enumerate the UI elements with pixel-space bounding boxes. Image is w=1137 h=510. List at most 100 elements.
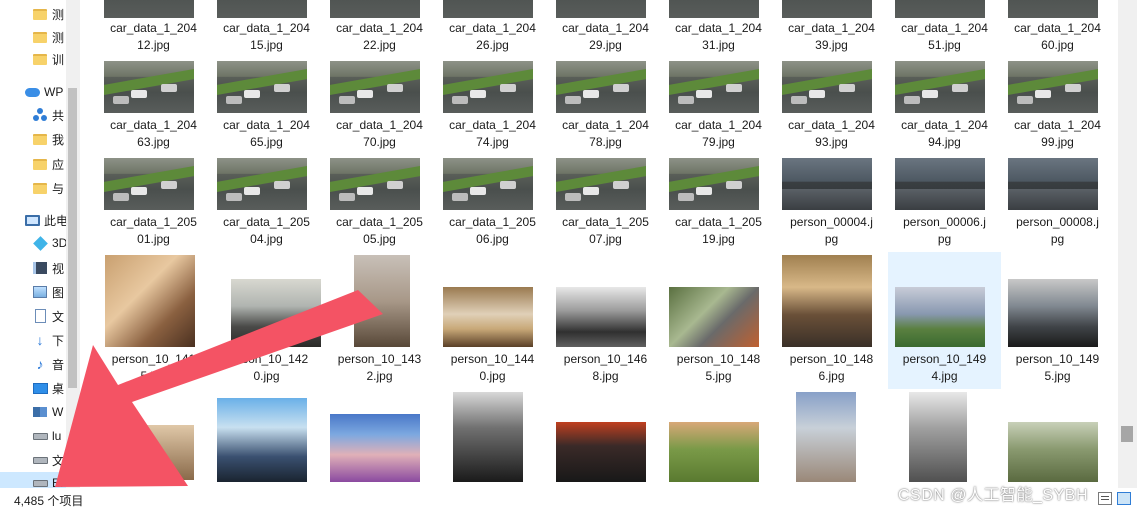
file-thumbnail[interactable] bbox=[669, 287, 759, 347]
cloud-icon bbox=[24, 84, 40, 100]
file-thumbnail[interactable] bbox=[556, 158, 646, 210]
file-thumbnail[interactable] bbox=[556, 287, 646, 347]
file-thumbnail[interactable] bbox=[443, 158, 533, 210]
file-thumbnail[interactable] bbox=[782, 255, 872, 347]
file-thumbnail[interactable] bbox=[782, 0, 872, 18]
file-thumbnail[interactable] bbox=[1008, 0, 1098, 18]
file-name[interactable]: person_10_149 4.jpg bbox=[888, 351, 1001, 385]
nav-item-label: 共 bbox=[52, 108, 65, 123]
content-scrollbar[interactable] bbox=[1118, 0, 1137, 488]
file-name[interactable]: person_00004.j pg bbox=[775, 214, 888, 248]
file-thumbnail[interactable] bbox=[231, 279, 321, 347]
nav-item-label: 测 bbox=[52, 7, 65, 22]
folder-icon bbox=[32, 6, 48, 22]
file-thumbnail[interactable] bbox=[217, 398, 307, 482]
video-icon bbox=[32, 260, 48, 276]
details-view-button[interactable] bbox=[1098, 492, 1112, 505]
file-name[interactable]: car_data_1_205 06.jpg bbox=[436, 214, 549, 248]
file-name[interactable]: person_10_144 0.jpg bbox=[436, 351, 549, 385]
nav-item-label: 测 bbox=[52, 30, 65, 45]
file-name[interactable]: car_data_1_205 19.jpg bbox=[662, 214, 775, 248]
downloads-icon: ↓ bbox=[36, 332, 44, 348]
file-thumbnail[interactable] bbox=[217, 158, 307, 210]
file-thumbnail[interactable] bbox=[669, 158, 759, 210]
file-name[interactable]: person_10_141 5.jpg bbox=[97, 351, 210, 385]
file-thumbnail[interactable] bbox=[909, 392, 967, 482]
file-thumbnail[interactable] bbox=[104, 61, 194, 113]
large-icons-view-button[interactable] bbox=[1117, 492, 1131, 505]
file-thumbnail[interactable] bbox=[782, 158, 872, 210]
file-name[interactable]: person_00008.j pg bbox=[1001, 214, 1114, 248]
content-scrollbar-thumb[interactable] bbox=[1121, 426, 1133, 442]
file-thumbnail[interactable] bbox=[443, 61, 533, 113]
file-thumbnail[interactable] bbox=[895, 61, 985, 113]
nav-item-label: 图 bbox=[52, 285, 65, 300]
file-thumbnail[interactable] bbox=[104, 158, 194, 210]
file-thumbnail[interactable] bbox=[1008, 422, 1098, 482]
pictures-icon bbox=[32, 284, 48, 300]
file-thumbnail[interactable] bbox=[453, 392, 523, 482]
file-thumbnail[interactable] bbox=[443, 287, 533, 347]
nav-item-label: EI bbox=[52, 476, 64, 488]
item-count: 4,485 个项目 bbox=[14, 494, 84, 508]
file-thumbnail[interactable] bbox=[556, 422, 646, 482]
nav-item-label: 此电 bbox=[44, 213, 69, 228]
nav-item-label: WP bbox=[44, 85, 64, 99]
watermark: CSDN @人工智能_SYBH bbox=[898, 487, 1088, 504]
nav-item-label: 训 bbox=[52, 52, 65, 67]
nav-item-label: W bbox=[52, 405, 64, 419]
file-thumbnail[interactable] bbox=[556, 61, 646, 113]
nav-scrollbar-thumb[interactable] bbox=[68, 88, 77, 388]
file-thumbnail[interactable] bbox=[330, 0, 420, 18]
file-name[interactable]: person_10_143 2.jpg bbox=[323, 351, 436, 385]
file-name[interactable]: person_10_148 5.jpg bbox=[662, 351, 775, 385]
file-name[interactable]: car_data_1_205 04.jpg bbox=[210, 214, 323, 248]
folder-icon bbox=[32, 131, 48, 147]
nav-item-label: 视 bbox=[52, 261, 65, 276]
file-thumbnail[interactable] bbox=[104, 0, 194, 18]
file-name[interactable]: car_data_1_205 07.jpg bbox=[549, 214, 662, 248]
file-thumbnail[interactable] bbox=[796, 392, 856, 482]
file-thumbnail[interactable] bbox=[669, 422, 759, 482]
file-thumbnail[interactable] bbox=[330, 414, 420, 482]
nav-item-label: 应 bbox=[52, 157, 65, 172]
drive-icon bbox=[32, 428, 48, 444]
3d-objects-icon bbox=[32, 235, 48, 251]
file-thumbnail[interactable] bbox=[1008, 158, 1098, 210]
file-name[interactable]: car_data_1_205 01.jpg bbox=[97, 214, 210, 248]
file-name[interactable]: person_10_146 8.jpg bbox=[549, 351, 662, 385]
file-thumbnail[interactable] bbox=[1008, 279, 1098, 347]
folder-icon bbox=[32, 29, 48, 45]
nav-item-label: 我 bbox=[52, 132, 65, 147]
file-thumbnail[interactable] bbox=[330, 158, 420, 210]
documents-icon bbox=[32, 308, 48, 324]
file-thumbnail[interactable] bbox=[443, 0, 533, 18]
file-thumbnail[interactable] bbox=[895, 287, 985, 347]
nav-item-label: 与 bbox=[52, 181, 65, 196]
file-name[interactable]: car_data_1_205 05.jpg bbox=[323, 214, 436, 248]
file-thumbnail[interactable] bbox=[895, 158, 985, 210]
file-thumbnail[interactable] bbox=[669, 61, 759, 113]
file-thumbnail[interactable] bbox=[556, 0, 646, 18]
nav-item-label: 文 bbox=[52, 309, 65, 324]
file-name[interactable]: person_00006.j pg bbox=[888, 214, 1001, 248]
file-thumbnail[interactable] bbox=[669, 0, 759, 18]
file-thumbnail[interactable] bbox=[104, 425, 194, 480]
file-name[interactable]: person_10_149 5.jpg bbox=[1001, 351, 1114, 385]
file-name[interactable]: person_10_148 6.jpg bbox=[775, 351, 888, 385]
file-thumbnail[interactable] bbox=[217, 0, 307, 18]
file-thumbnail[interactable] bbox=[217, 61, 307, 113]
file-name[interactable]: person_10_142 0.jpg bbox=[210, 351, 323, 385]
folder-icon bbox=[32, 156, 48, 172]
file-thumbnail[interactable] bbox=[1008, 61, 1098, 113]
file-grid: car_data_1_204 12.jpg car_data_1_204 15.j… bbox=[80, 0, 1118, 488]
file-thumbnail[interactable] bbox=[354, 255, 410, 347]
nav-item-label: 音 bbox=[52, 357, 65, 372]
nav-item[interactable]: EI bbox=[0, 472, 66, 488]
file-thumbnail[interactable] bbox=[782, 61, 872, 113]
file-thumbnail[interactable] bbox=[895, 0, 985, 18]
this-pc-icon bbox=[24, 212, 40, 228]
music-icon: ♪ bbox=[36, 356, 44, 372]
file-thumbnail[interactable] bbox=[105, 255, 195, 347]
file-thumbnail[interactable] bbox=[330, 61, 420, 113]
